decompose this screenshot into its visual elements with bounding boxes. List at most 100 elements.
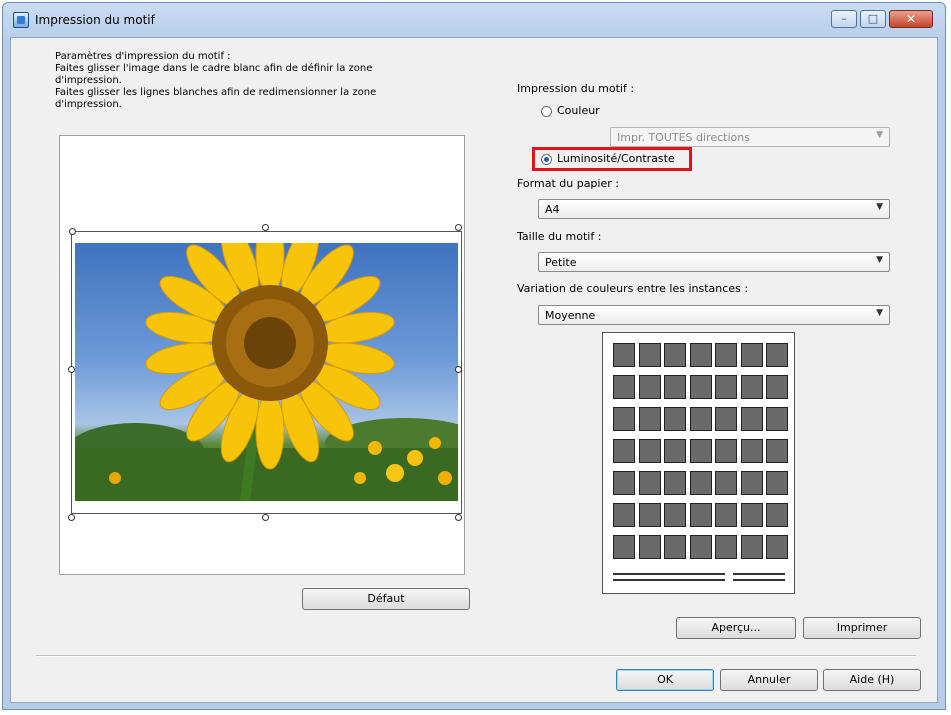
brightness-contrast-radio-label[interactable]: Luminosité/Contraste <box>557 152 675 165</box>
pattern-tile <box>613 375 635 399</box>
resize-handle-top-left[interactable] <box>69 228 76 235</box>
description-line: Faites glisser les lignes blanches afin … <box>55 87 377 98</box>
pattern-tile <box>740 407 763 431</box>
pattern-tile <box>638 407 661 431</box>
pattern-tile <box>740 375 763 399</box>
pattern-size-label: Taille du motif : <box>517 230 602 243</box>
pattern-tile <box>664 471 686 495</box>
layout-footer-line <box>733 573 785 575</box>
close-button[interactable]: ✕ <box>889 10 933 28</box>
pattern-tile <box>638 503 661 527</box>
app-icon <box>13 12 29 28</box>
pattern-tile <box>715 407 737 431</box>
print-area-frame[interactable] <box>71 231 462 514</box>
pattern-tile <box>715 439 737 463</box>
pattern-tile <box>689 439 712 463</box>
pattern-tile <box>664 535 686 559</box>
sunflower-image <box>75 243 458 501</box>
pattern-size-select[interactable]: Petite ▼ <box>538 252 890 272</box>
pattern-tile <box>638 439 661 463</box>
close-icon: ✕ <box>905 12 917 26</box>
default-button[interactable]: Défaut <box>302 588 470 610</box>
pattern-tile <box>689 535 712 559</box>
pattern-tile <box>613 343 635 367</box>
color-variation-select[interactable]: Moyenne ▼ <box>538 305 890 325</box>
pattern-tile <box>740 535 763 559</box>
pattern-tile <box>664 375 686 399</box>
minimize-button[interactable]: – <box>831 10 857 28</box>
pattern-tile <box>715 471 737 495</box>
chevron-down-icon: ▼ <box>876 202 883 212</box>
cancel-button[interactable]: Annuler <box>720 669 818 691</box>
color-radio-label[interactable]: Couleur <box>557 104 600 117</box>
pattern-tile <box>664 407 686 431</box>
pattern-tile <box>638 375 661 399</box>
layout-footer-line <box>613 573 725 575</box>
resize-handle-bottom-left[interactable] <box>68 514 75 521</box>
direction-select-value: Impr. TOUTES directions <box>617 131 750 144</box>
pattern-tile <box>715 535 737 559</box>
paper-format-value: A4 <box>545 203 560 216</box>
pattern-tile <box>766 535 788 559</box>
title-bar[interactable]: Impression du motif – □ ✕ <box>3 3 945 37</box>
print-button[interactable]: Imprimer <box>803 617 921 639</box>
pattern-tile <box>689 343 712 367</box>
pattern-tile <box>638 343 661 367</box>
pattern-tile <box>664 343 686 367</box>
maximize-icon: □ <box>867 12 879 25</box>
brightness-contrast-radio[interactable] <box>541 154 552 165</box>
pattern-tile <box>664 503 686 527</box>
pattern-tile <box>664 439 686 463</box>
chevron-down-icon: ▼ <box>876 308 883 318</box>
pattern-size-value: Petite <box>545 256 577 269</box>
pattern-tile <box>766 407 788 431</box>
color-radio[interactable] <box>541 106 552 117</box>
pattern-tile <box>638 535 661 559</box>
print-settings-description: Paramètres d'impression du motif : Faite… <box>55 51 395 111</box>
pattern-tile <box>638 471 661 495</box>
pattern-tile <box>689 471 712 495</box>
print-area-preview <box>59 135 465 575</box>
resize-handle-top-right[interactable] <box>455 224 462 231</box>
pattern-tile <box>766 471 788 495</box>
pattern-tile <box>740 471 763 495</box>
preview-button[interactable]: Aperçu... <box>676 617 796 639</box>
pattern-tile <box>715 503 737 527</box>
resize-handle-bottom[interactable] <box>262 514 269 521</box>
tiling-layout-preview <box>602 332 795 594</box>
help-button[interactable]: Aide (H) <box>823 669 921 691</box>
chevron-down-icon: ▼ <box>876 255 883 265</box>
pattern-tile <box>613 535 635 559</box>
resize-handle-right[interactable] <box>455 366 462 373</box>
pattern-tile <box>613 407 635 431</box>
resize-handle-bottom-right[interactable] <box>455 514 462 521</box>
sunflower-photo[interactable] <box>75 243 458 501</box>
pattern-print-label: Impression du motif : <box>517 82 635 95</box>
description-line: d'impression. <box>55 99 122 110</box>
maximize-button[interactable]: □ <box>860 10 886 28</box>
pattern-tile <box>766 503 788 527</box>
minimize-icon: – <box>841 12 847 25</box>
pattern-tile <box>689 407 712 431</box>
ok-button[interactable]: OK <box>616 669 714 691</box>
paper-format-label: Format du papier : <box>517 177 619 190</box>
pattern-tile <box>715 343 737 367</box>
description-line: Paramètres d'impression du motif : <box>55 51 231 62</box>
pattern-tile <box>740 503 763 527</box>
layout-footer-line <box>733 579 785 581</box>
pattern-tile <box>766 439 788 463</box>
resize-handle-top[interactable] <box>262 224 269 231</box>
pattern-tile <box>740 439 763 463</box>
paper-format-select[interactable]: A4 ▼ <box>538 199 890 219</box>
pattern-tile <box>689 503 712 527</box>
layout-footer-line <box>613 579 725 581</box>
description-line: d'impression. <box>55 75 122 86</box>
chevron-down-icon: ▼ <box>876 130 883 140</box>
pattern-tile <box>766 343 788 367</box>
window-title: Impression du motif <box>35 13 155 27</box>
resize-handle-left[interactable] <box>68 366 75 373</box>
pattern-tile <box>740 343 763 367</box>
color-variation-value: Moyenne <box>545 309 596 322</box>
pattern-tile <box>613 439 635 463</box>
description-line: Faites glisser l'image dans le cadre bla… <box>55 63 373 74</box>
